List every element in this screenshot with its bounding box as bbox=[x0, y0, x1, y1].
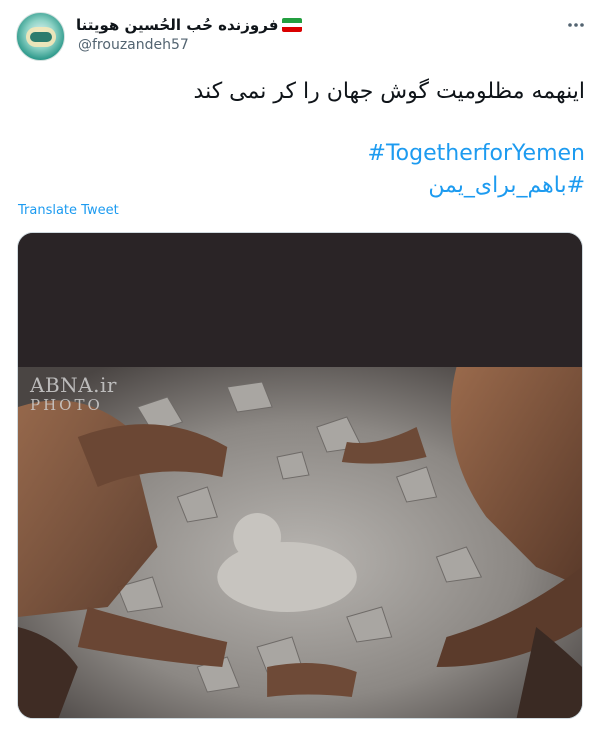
tweet-media[interactable]: ABNA.ir PHOTO bbox=[17, 232, 583, 719]
more-options-button[interactable] bbox=[563, 12, 589, 38]
avatar-emblem-detail bbox=[30, 32, 52, 42]
photo-watermark: ABNA.ir PHOTO bbox=[30, 375, 117, 415]
watermark-line2: PHOTO bbox=[30, 396, 103, 414]
avatar[interactable] bbox=[16, 12, 65, 61]
media-dark-band bbox=[18, 233, 582, 367]
user-handle[interactable]: @frouzandeh57 bbox=[78, 37, 189, 53]
translate-tweet-link[interactable]: Translate Tweet bbox=[18, 203, 119, 218]
flag-stripe-red bbox=[282, 27, 303, 32]
rubble-photo bbox=[18, 367, 582, 718]
iran-flag-icon bbox=[282, 18, 303, 32]
hashtag-list: #TogetherforYemen #باهم_برای_یمن bbox=[16, 138, 585, 202]
tweet-body: اینهمه مظلومیت گوش جهان را کر نمی کند #T… bbox=[16, 76, 585, 202]
display-name[interactable]: فروزنده حُب الحُسین هویتنا bbox=[76, 16, 278, 34]
author-name-line: فروزنده حُب الحُسین هویتنا bbox=[76, 14, 303, 36]
more-horizontal-icon bbox=[568, 23, 584, 27]
tweet: فروزنده حُب الحُسین هویتنا @frouzandeh57… bbox=[0, 0, 601, 730]
hashtag-link[interactable]: #باهم_برای_یمن bbox=[16, 170, 585, 202]
hashtag-link[interactable]: #TogetherforYemen bbox=[16, 138, 585, 170]
tweet-text: اینهمه مظلومیت گوش جهان را کر نمی کند bbox=[193, 79, 585, 104]
watermark-line1: ABNA.ir bbox=[30, 373, 117, 397]
